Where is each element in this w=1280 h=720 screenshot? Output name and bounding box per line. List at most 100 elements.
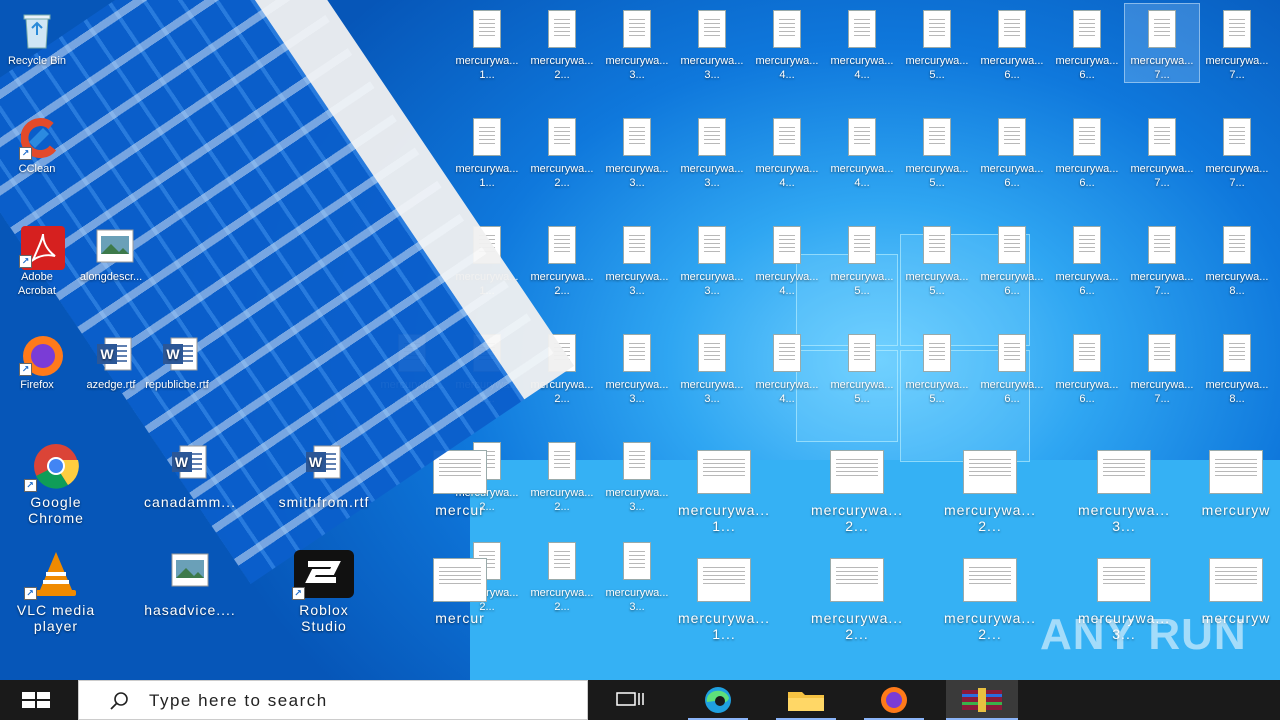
file-icon-mercurywa[interactable]: mercurywa... 6... <box>1050 220 1124 298</box>
file-icon-mercurywa[interactable]: mercurywa... 5... <box>900 4 974 82</box>
desktop-icon-firefox[interactable]: ↗ Firefox <box>0 328 74 392</box>
taskbar-winrar[interactable] <box>946 680 1018 720</box>
file-icon-mercurywa-large[interactable]: mercurywa... 1... <box>660 552 788 642</box>
task-view-button[interactable] <box>600 680 660 720</box>
desktop-icon-word-doc[interactable]: Wcanadamm... <box>126 436 254 510</box>
file-icon-mercurywa-large[interactable]: mercurywa... 2... <box>926 552 1054 642</box>
text-file-icon <box>694 558 754 606</box>
file-icon-mercurywa[interactable]: mercurywa... 3... <box>675 112 749 190</box>
file-icon-mercurywa[interactable]: mercurywa... 6... <box>1050 328 1124 406</box>
file-icon-mercurywa[interactable]: mercurywa... 4... <box>825 4 899 82</box>
file-icon-mercurywa[interactable]: mercurywa... 6... <box>975 4 1049 82</box>
file-icon-mercurywa[interactable]: mercurywa... 5... <box>900 328 974 406</box>
icon-label-line2: 2... <box>554 501 570 513</box>
file-icon-mercurywa[interactable]: mercurywa... 7... <box>1125 220 1199 298</box>
file-icon-mercurywa-large[interactable]: mercurywa... 2... <box>793 444 921 534</box>
file-icon-mercurywa[interactable]: mercurywa... 2... <box>525 436 599 514</box>
file-icon-mercurywa[interactable]: mercurywa... 6... <box>1050 4 1124 82</box>
desktop-icon-azedge[interactable]: Wazedge.rtf <box>74 328 148 392</box>
desktop-icon-roblox-studio[interactable]: ↗ Roblox Studio <box>260 544 388 634</box>
file-icon-mercurywa-large[interactable]: mercuryw <box>1192 444 1280 518</box>
text-file-icon <box>921 10 953 50</box>
start-button[interactable] <box>0 680 76 720</box>
file-icon-mercurywa[interactable]: mercurywa... 4... <box>750 220 824 298</box>
desktop-icon-ccleaner[interactable]: ↗ CClean <box>0 112 74 176</box>
file-icon-mercurywa[interactable]: mercurywa... 7... <box>1125 328 1199 406</box>
image-file-icon <box>160 550 220 598</box>
file-icon-mercurywa[interactable]: mercurywa... 3... <box>675 328 749 406</box>
icon-label: mercurywa... <box>905 379 969 391</box>
file-icon-mercurywa[interactable]: mercurywa... 3... <box>675 4 749 82</box>
file-icon-mercurywa[interactable]: mercurywa... 8... <box>1200 328 1274 406</box>
file-icon-mercurywa[interactable]: mercurywa... 6... <box>1050 112 1124 190</box>
file-icon-mercurywa[interactable]: mercurywa... 5... <box>825 328 899 406</box>
file-icon-mercurywa[interactable]: mercurywa... 5... <box>900 220 974 298</box>
desktop-icon-republicbe[interactable]: Wrepublicbe.rtf <box>140 328 214 392</box>
icon-label-line2: 1... <box>712 518 736 534</box>
taskbar-firefox[interactable] <box>864 680 924 720</box>
file-icon-mercurywa[interactable]: mercurywa... 4... <box>750 328 824 406</box>
file-icon-mercurywa[interactable]: mercurywa... 3... <box>600 328 674 406</box>
file-icon-mercurywa-large[interactable]: mercurywa... 2... <box>793 552 921 642</box>
desktop-icon-vlc[interactable]: ↗ VLC media player <box>0 544 120 634</box>
desktop-icon-word-doc[interactable]: Wsmithfrom.rtf <box>260 436 388 510</box>
file-icon-mercurywa[interactable]: mercurywa... 5... <box>900 112 974 190</box>
file-icon-mercurywa[interactable]: mercurywa... 7... <box>1200 112 1274 190</box>
icon-label: alongdescr... <box>79 271 143 283</box>
desktop-icon-alongdescr[interactable]: alongdescr... <box>74 220 148 284</box>
file-icon-mercurywa[interactable]: mercurywa... 1... <box>450 4 524 82</box>
file-icon-mercurywa[interactable]: mercurywa... 7... <box>1200 4 1274 82</box>
icon-label: mercurywa... <box>905 271 969 283</box>
file-icon-mercurywa[interactable]: mercurywa... 6... <box>975 112 1049 190</box>
svg-text:W: W <box>166 346 180 362</box>
file-icon-mercurywa[interactable]: mercurywa... 4... <box>825 112 899 190</box>
file-icon-mercurywa[interactable]: mercurywa... 3... <box>675 220 749 298</box>
desktop-icon-recycle-bin[interactable]: Recycle Bin <box>0 4 74 68</box>
desktop-icon-chrome[interactable]: ↗ Google Chrome <box>0 436 120 526</box>
file-icon-mercurywa[interactable]: mercurywa... 2... <box>525 220 599 298</box>
file-icon-mercurywa[interactable]: mercurywa... 3... <box>600 4 674 82</box>
taskbar-edge[interactable] <box>688 680 748 720</box>
icon-label-line2: 3... <box>629 69 645 81</box>
file-icon-mercurywa[interactable]: mercurywa... 2... <box>525 112 599 190</box>
file-icon-mercurywa[interactable]: mercurywa... 1... <box>450 112 524 190</box>
icon-label-line2: 8... <box>1229 285 1245 297</box>
file-icon-mercurywa[interactable]: mercurywa... 2... <box>525 4 599 82</box>
text-file-icon <box>621 442 653 482</box>
file-icon-mercurywa[interactable]: mercurywa... 6... <box>975 220 1049 298</box>
file-icon-mercurywa[interactable]: mercurywa... 7... <box>1124 3 1200 83</box>
file-icon-mercurywa[interactable]: mercurywa... 4... <box>750 112 824 190</box>
icon-label: Firefox <box>20 379 54 391</box>
icon-label-line2: 4... <box>779 285 795 297</box>
icon-label-line2: 7... <box>1154 285 1170 297</box>
text-file-icon <box>1146 118 1178 158</box>
icon-label-line2: 5... <box>854 285 870 297</box>
file-icon-mercurywa-large[interactable]: mercurywa... 2... <box>926 444 1054 534</box>
icon-label: mercurywa... <box>530 487 594 499</box>
icon-label-line2: 3... <box>1112 518 1136 534</box>
text-file-icon <box>621 334 653 374</box>
icon-label: mercurywa... <box>680 55 744 67</box>
file-icon-mercurywa-large[interactable]: mercurywa... 1... <box>660 444 788 534</box>
file-icon-mercurywa-large[interactable]: mercurywa... 3... <box>1060 444 1188 534</box>
file-icon-mercurywa[interactable]: mercurywa... 3... <box>600 220 674 298</box>
text-file-icon <box>621 542 653 582</box>
taskbar-file-explorer[interactable] <box>776 680 836 720</box>
icon-label: mercurywa... <box>980 379 1044 391</box>
desktop-icon-image-file[interactable]: hasadvice.... <box>126 544 254 618</box>
desktop-icon-adobe-acrobat[interactable]: ↗ Adobe Acrobat <box>0 220 74 298</box>
file-icon-mercurywa[interactable]: mercurywa... 7... <box>1125 112 1199 190</box>
text-file-icon <box>771 10 803 50</box>
file-icon-mercurywa[interactable]: mercurywa... 8... <box>1200 220 1274 298</box>
file-icon-mercurywa[interactable]: mercurywa... 5... <box>825 220 899 298</box>
roblox-studio-icon: ↗ <box>292 550 354 600</box>
file-icon-mercurywa[interactable]: mercurywa... 6... <box>975 328 1049 406</box>
icon-label-line2: 6... <box>1004 285 1020 297</box>
file-icon-mercurywa[interactable]: mercurywa... 2... <box>525 536 599 614</box>
taskbar-search-box[interactable]: Type here to search <box>78 680 588 720</box>
desktop[interactable]: mercurywa... 1... mercurywa... 2... mercuryw… <box>0 0 1280 680</box>
file-icon-mercurywa[interactable]: mercurywa... 3... <box>600 112 674 190</box>
file-icon-mercurywa-large[interactable]: mercur <box>396 552 524 626</box>
text-file-icon <box>1071 118 1103 158</box>
file-icon-mercurywa[interactable]: mercurywa... 4... <box>750 4 824 82</box>
